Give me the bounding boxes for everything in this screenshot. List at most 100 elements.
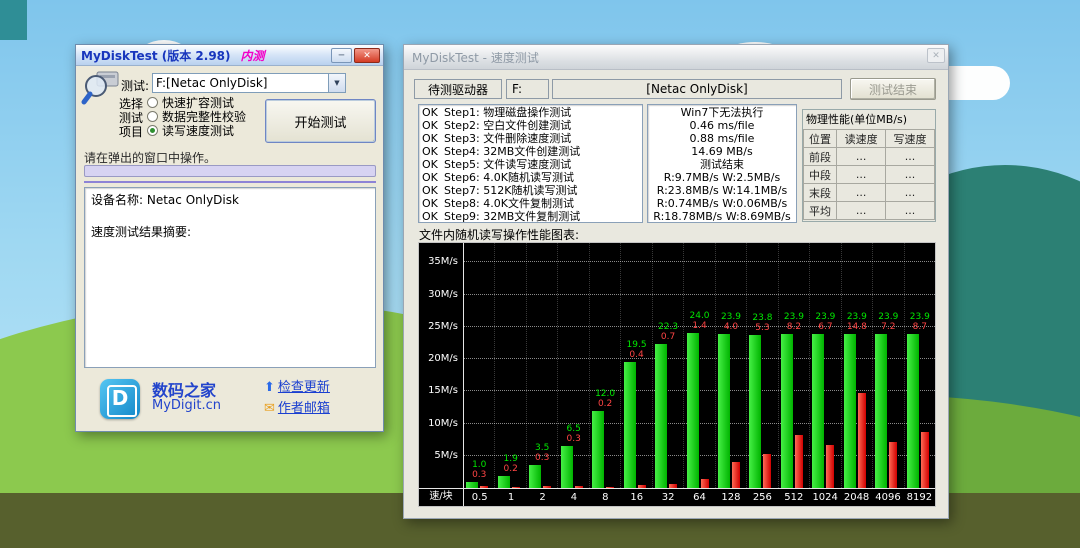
write-bar — [511, 486, 520, 488]
chevron-down-icon[interactable]: ▼ — [328, 74, 345, 92]
write-value-label: 14.8 — [846, 321, 867, 332]
bar-group: 23.9 7.2 — [872, 243, 903, 488]
mydigit-logo-icon[interactable]: D — [100, 379, 140, 419]
write-bar — [857, 392, 866, 488]
step-status: OK — [422, 132, 438, 145]
speed-window-titlebar[interactable]: MyDiskTest - 速度测试 ✕ — [404, 45, 948, 70]
bar-value-labels: 6.5 0.3 — [566, 424, 580, 444]
read-value-label: 1.0 — [472, 459, 487, 470]
result-line: R:18.78MB/s W:8.69MB/s — [653, 210, 791, 223]
check-update-link[interactable]: ⬆ 检查更新 — [264, 376, 330, 395]
x-tick-label: 1 — [507, 492, 515, 503]
bar-group: 3.5 0.3 — [525, 243, 557, 488]
perf-cell: 中段 — [802, 165, 838, 184]
write-value-label: 8.2 — [786, 321, 802, 332]
bar-value-labels: 23.9 6.7 — [815, 312, 835, 332]
read-bar — [655, 344, 668, 488]
step-status: OK — [422, 197, 438, 210]
write-value-label: 0.2 — [503, 463, 518, 474]
test-option[interactable]: 读写速度测试 — [147, 123, 246, 138]
write-value-label: 0.3 — [535, 453, 550, 464]
step-row: OK Step7: 512K随机读写测试 — [422, 184, 639, 197]
select-test-items-label-line: 测试 — [119, 111, 144, 125]
bar-group: 23.9 4.0 — [714, 243, 746, 488]
bar-group: 19.5 0.4 — [620, 243, 651, 488]
write-bar — [606, 486, 615, 488]
step-status: OK — [422, 119, 438, 132]
read-bar — [875, 333, 888, 488]
write-bar — [574, 486, 583, 488]
bar-value-labels: 23.9 8.7 — [910, 312, 930, 332]
radio-icon[interactable] — [147, 124, 158, 136]
step-row: OK Step8: 4.0K文件复制测试 — [422, 197, 639, 210]
read-value-label: 23.9 — [815, 311, 836, 322]
bar-value-labels: 23.9 8.2 — [784, 312, 804, 332]
y-tick-label: 15M/s — [428, 385, 458, 397]
step-name: Step2: 空白文件创建测试 — [444, 119, 572, 132]
perf-cell: 平均 — [802, 201, 838, 220]
x-tick-label: 32 — [661, 492, 675, 503]
write-bar — [731, 462, 740, 488]
bar-group: 23.8 5.3 — [746, 243, 777, 488]
physical-performance-table: 位置 读速度 写速度 前段...... 中段...... 末段...... 平均...... — [802, 129, 935, 220]
test-options-group: 快速扩容测试 数据完整性校验 读写速度测试 — [147, 95, 246, 138]
speed-test-window: MyDiskTest - 速度测试 ✕ 待测驱动器 F: [Netac Only… — [403, 44, 949, 519]
select-test-items-label: 选择 测试 项目 — [119, 97, 143, 139]
step-status: OK — [422, 184, 438, 197]
read-value-label: 23.9 — [783, 311, 804, 322]
result-line: 0.46 ms/file — [689, 119, 755, 132]
physical-performance-box: 物理性能(单位MB/s) 位置 读速度 写速度 前段...... 中段...... 末段.… — [802, 109, 936, 222]
result-line: 0.88 ms/file — [689, 132, 755, 145]
result-line: Win7下无法执行 — [680, 106, 764, 119]
bar-group: 23.9 14.8 — [840, 243, 872, 488]
drive-letter-box[interactable]: F: — [506, 79, 549, 99]
main-window-titlebar[interactable]: MyDiskTest (版本 2.98) 内测 ─ ✕ — [76, 45, 383, 66]
step-name: Step9: 32MB文件复制测试 — [444, 210, 581, 223]
step-status: OK — [422, 171, 438, 184]
close-button[interactable]: ✕ — [354, 48, 380, 63]
close-button[interactable]: ✕ — [927, 48, 945, 63]
read-value-label: 6.5 — [566, 424, 581, 435]
summary-line — [91, 208, 369, 224]
result-line: R:9.7MB/s W:2.5MB/s — [663, 171, 781, 184]
bar-value-labels: 19.5 0.4 — [627, 340, 647, 360]
read-value-label: 23.9 — [846, 311, 867, 322]
perf-cell: ... — [836, 147, 887, 166]
bar-group: 23.9 8.7 — [903, 243, 935, 488]
bar-value-labels: 12.0 0.2 — [595, 389, 615, 409]
minimize-button[interactable]: ─ — [331, 48, 352, 63]
main-window-title: MyDiskTest (版本 2.98) — [81, 48, 231, 63]
write-bar — [480, 486, 489, 488]
footer: D 数码之家 MyDigit.cn ⬆ 检查更新 ✉ 作者邮箱 — [76, 371, 383, 433]
drive-name-box: [Netac OnlyDisk] — [552, 79, 842, 99]
write-bar — [826, 444, 835, 488]
x-axis-title: 速/块 — [419, 489, 464, 506]
x-tick-label: 2 — [539, 492, 546, 503]
write-bar — [543, 486, 552, 488]
step-row: OK Step2: 空白文件创建测试 — [422, 119, 639, 132]
y-tick-label: 35M/s — [428, 256, 458, 268]
option-label: 读写速度测试 — [162, 123, 235, 138]
write-value-label: 4.0 — [723, 321, 739, 332]
start-test-button[interactable]: 开始测试 — [265, 99, 376, 143]
write-value-label: 0.2 — [597, 398, 613, 409]
x-tick-label: 16 — [630, 492, 644, 503]
drive-select[interactable]: F:[Netac OnlyDisk] ▼ — [152, 73, 346, 93]
x-tick-label: 2048 — [843, 492, 870, 503]
finish-test-button[interactable]: 测试结束 — [850, 78, 936, 100]
step-row: OK Step1: 物理磁盘操作测试 — [422, 106, 639, 119]
step-name: Step3: 文件删除速度测试 — [444, 132, 572, 145]
perf-cell: ... — [885, 147, 935, 166]
read-value-label: 22.3 — [658, 322, 679, 333]
read-bar — [780, 333, 793, 488]
radio-icon[interactable] — [147, 110, 158, 122]
radio-icon[interactable] — [147, 96, 158, 108]
read-value-label: 23.9 — [878, 311, 899, 322]
write-bar — [669, 483, 678, 488]
brand-site[interactable]: MyDigit.cn — [152, 398, 221, 413]
bar-value-labels: 23.9 14.8 — [847, 312, 867, 332]
beta-badge: 内测 — [240, 48, 265, 63]
step-name: Step8: 4.0K文件复制测试 — [444, 197, 574, 210]
read-bar — [560, 446, 573, 488]
author-mail-link[interactable]: ✉ 作者邮箱 — [264, 397, 330, 416]
